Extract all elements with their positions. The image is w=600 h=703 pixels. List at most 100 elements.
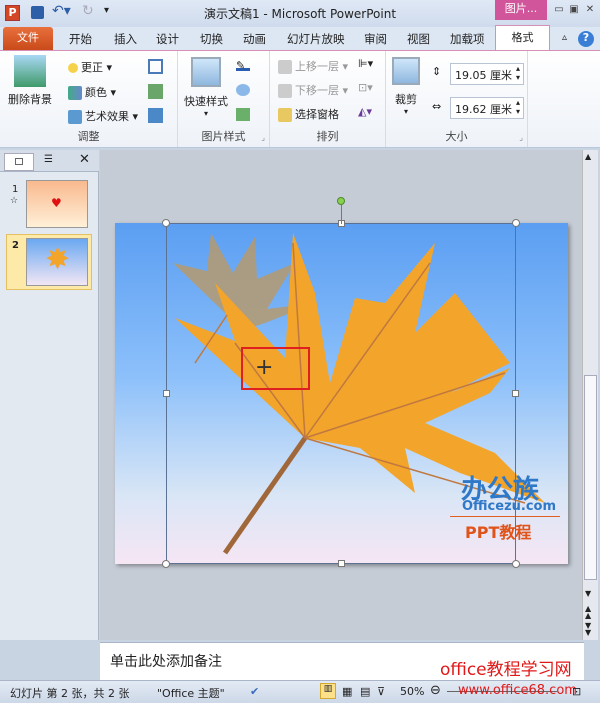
heart-icon: ♥ — [51, 196, 62, 210]
slide-thumbnail-2[interactable]: ✸ — [26, 238, 88, 286]
powerpoint-app-icon[interactable]: P — [5, 5, 20, 21]
vertical-scrollbar[interactable]: ▲ ▼ ▲ ▲ ▼ ▼ — [582, 150, 598, 640]
bring-forward-button[interactable]: 上移一层 ▾ — [278, 58, 348, 74]
resize-handle-s[interactable] — [338, 560, 345, 567]
remove-background-button[interactable]: 删除背景 — [8, 55, 52, 107]
size-dialog-launcher-icon[interactable]: ⌟ — [519, 133, 523, 142]
tab-view[interactable]: 视图 — [407, 31, 430, 47]
remove-background-label: 删除背景 — [8, 93, 52, 106]
slideshow-view-icon[interactable]: ⊽ — [377, 685, 385, 698]
corrections-label: 更正 — [81, 61, 103, 74]
scroll-up-icon[interactable]: ▲ — [585, 152, 591, 161]
fit-to-window-icon[interactable]: ⊡ — [572, 685, 581, 698]
send-backward-button[interactable]: 下移一层 ▾ — [278, 82, 348, 98]
theme-status[interactable]: "Office 主题" — [157, 685, 225, 701]
group-picture-styles: 快速样式 ▾ ✎ 图片样式 ⌟ — [178, 51, 270, 147]
reading-view-icon[interactable]: ▤ — [360, 685, 370, 698]
status-bar: 幻灯片 第 2 张，共 2 张 "Office 主题" ✔ ▥ ▦ ▤ ⊽ 50… — [0, 680, 600, 703]
resize-handle-se[interactable] — [512, 560, 520, 568]
scrollbar-thumb[interactable] — [584, 375, 597, 580]
send-backward-label: 下移一层 — [295, 84, 339, 97]
tab-insert[interactable]: 插入 — [114, 31, 137, 47]
resize-handle-sw[interactable] — [162, 560, 170, 568]
ribbon: 删除背景 更正 ▾ 颜色 ▾ 艺术效果 ▾ 调整 快速样式 ▾ ✎ 图片样式 ⌟ … — [0, 50, 600, 148]
minimize-ribbon-icon[interactable]: ▵ — [562, 32, 567, 43]
slide-sorter-icon[interactable]: ▦ — [342, 685, 352, 698]
width-spinner-icon[interactable]: ▴ ▾ — [516, 98, 520, 116]
reset-picture-icon[interactable] — [148, 108, 163, 123]
selection-pane-label: 选择窗格 — [295, 108, 339, 121]
align-icon[interactable]: ⊫▾ — [358, 57, 373, 70]
next-slide-icon[interactable]: ▼ ▼ — [585, 622, 591, 637]
slide-thumbnail-1[interactable]: ♥ — [26, 180, 88, 228]
scroll-down-icon[interactable]: ▼ — [585, 590, 591, 598]
quick-styles-button[interactable]: 快速样式 ▾ — [184, 57, 228, 118]
send-backward-icon — [278, 84, 292, 98]
selection-pane-button[interactable]: 选择窗格 — [278, 106, 339, 122]
slide-number-2: 2 — [12, 240, 19, 251]
tab-transitions[interactable]: 切换 — [200, 31, 223, 47]
picture-effects-icon[interactable] — [236, 84, 250, 96]
help-icon[interactable]: ? — [578, 31, 594, 47]
group-label-size: 大小 — [445, 130, 468, 143]
picture-selection-frame[interactable] — [162, 197, 520, 568]
minimize-icon[interactable]: ▭ — [551, 4, 567, 18]
close-icon[interactable]: ✕ — [582, 4, 598, 18]
slides-icon — [15, 158, 23, 165]
customize-toolbar-icon[interactable]: ▾ — [104, 5, 109, 16]
width-icon: ⇔ — [432, 100, 442, 113]
restore-icon[interactable]: ▣ — [566, 4, 582, 18]
close-pane-icon[interactable]: ✕ — [79, 152, 90, 167]
color-button[interactable]: 颜色 ▾ — [68, 84, 116, 100]
dialog-launcher-icon[interactable]: ⌟ — [261, 133, 265, 142]
zoom-out-icon[interactable]: ⊖ — [430, 683, 441, 698]
spell-check-icon[interactable]: ✔ — [250, 685, 259, 698]
save-icon[interactable] — [31, 6, 44, 19]
rotate-icon[interactable]: ◭▾ — [358, 105, 372, 118]
artistic-effects-button[interactable]: 艺术效果 ▾ — [68, 108, 138, 124]
tab-animations[interactable]: 动画 — [243, 31, 266, 47]
zoom-level[interactable]: 50% — [400, 685, 424, 698]
previous-slide-icon[interactable]: ▲ ▲ — [585, 605, 591, 620]
height-value: 19.05 厘米 — [455, 69, 512, 82]
tab-slideshow[interactable]: 幻灯片放映 — [287, 31, 345, 47]
resize-handle-ne[interactable] — [512, 219, 520, 227]
undo-icon[interactable]: ↶▾ — [52, 3, 71, 19]
resize-handle-nw[interactable] — [162, 219, 170, 227]
artistic-label: 艺术效果 — [85, 110, 129, 123]
crop-label: 裁剪 — [395, 93, 417, 106]
group-icon[interactable]: ⊡▾ — [358, 81, 373, 94]
crop-button[interactable]: 裁剪 ▾ — [392, 57, 420, 116]
corrections-button[interactable]: 更正 ▾ — [68, 59, 112, 75]
compress-pictures-icon[interactable] — [148, 59, 163, 74]
bring-forward-icon — [278, 60, 292, 74]
tab-home[interactable]: 开始 — [69, 31, 92, 47]
remove-background-icon — [14, 55, 46, 87]
resize-handle-w[interactable] — [163, 390, 170, 397]
tab-addins[interactable]: 加载项 — [450, 31, 485, 47]
tab-file[interactable]: 文件 — [3, 27, 53, 50]
artistic-effects-icon — [68, 110, 82, 124]
normal-view-icon[interactable]: ▥ — [320, 683, 336, 699]
quick-styles-icon — [191, 57, 221, 87]
width-input[interactable]: 19.62 厘米 ▴ ▾ — [450, 97, 524, 119]
picture-layout-icon[interactable] — [236, 108, 250, 121]
picture-border-icon[interactable]: ✎ — [236, 59, 250, 72]
group-size: 裁剪 ▾ ⇕ 19.05 厘米 ▴ ▾ ⇔ 19.62 厘米 ▴ ▾ 大小 ⌟ — [386, 51, 528, 147]
group-label-picture-styles: 图片样式 — [201, 130, 246, 143]
rotate-handle[interactable] — [337, 197, 345, 205]
tab-format[interactable]: 格式 — [495, 25, 550, 51]
redo-icon[interactable]: ↻ — [82, 3, 94, 19]
resize-handle-e[interactable] — [512, 390, 519, 397]
height-input[interactable]: 19.05 厘米 ▴ ▾ — [450, 63, 524, 85]
tab-outline[interactable]: ☰ — [44, 154, 53, 165]
tab-slides[interactable] — [4, 153, 34, 171]
tab-review[interactable]: 审阅 — [364, 31, 387, 47]
group-label-adjust: 调整 — [77, 130, 100, 143]
tab-design[interactable]: 设计 — [156, 31, 179, 47]
group-arrange: 上移一层 ▾ 下移一层 ▾ 选择窗格 ⊫▾ ⊡▾ ◭▾ 排列 — [270, 51, 386, 147]
change-picture-icon[interactable] — [148, 84, 163, 99]
picture-tools-context-tab: 图片... — [495, 0, 547, 20]
height-spinner-icon[interactable]: ▴ ▾ — [516, 64, 520, 82]
leaf-icon: ✸ — [45, 242, 71, 277]
